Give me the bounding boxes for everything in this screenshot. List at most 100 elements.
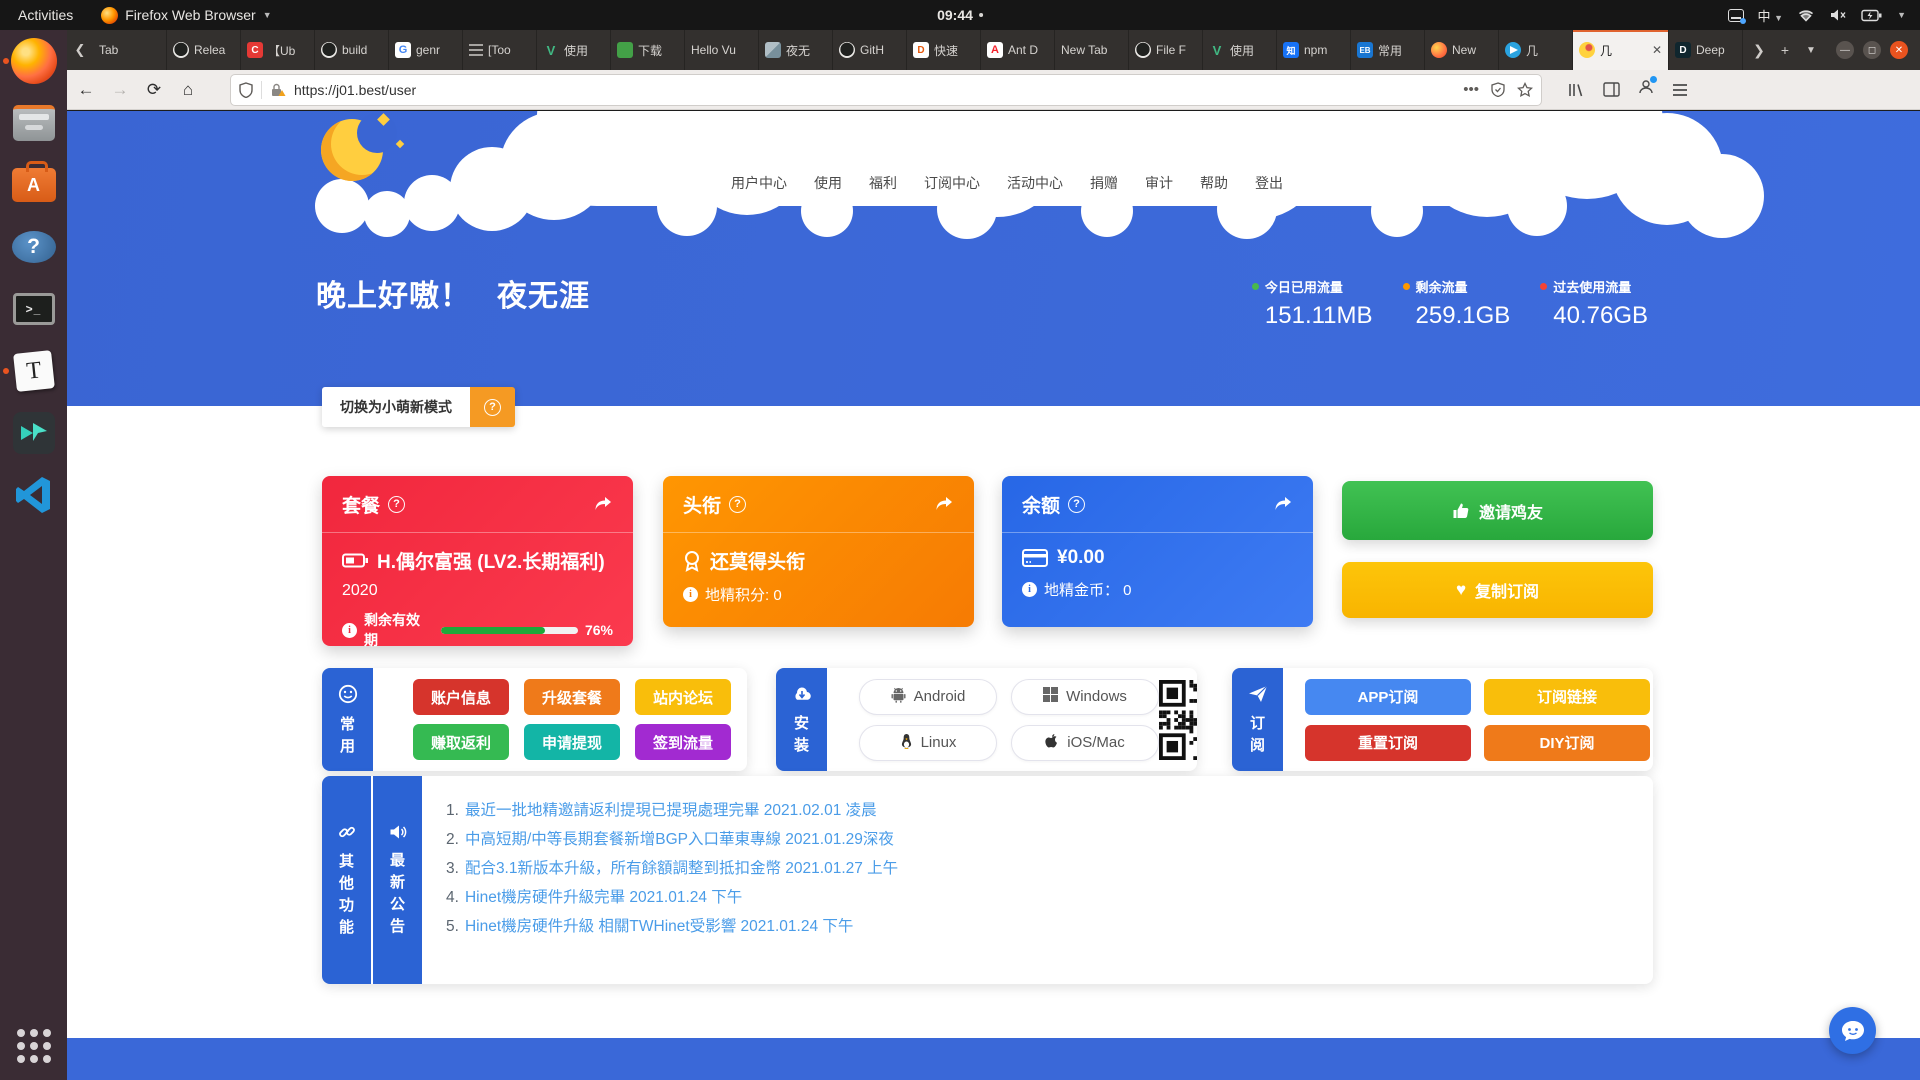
browser-tab[interactable]: [Too [463, 30, 537, 70]
browser-tab[interactable]: 夜无 [759, 30, 833, 70]
browser-tab[interactable]: GitH [833, 30, 907, 70]
share-icon[interactable] [593, 495, 613, 513]
subscribe-button-重置订阅[interactable]: 重置订阅 [1305, 725, 1471, 761]
platform-button-iOS/Mac[interactable]: iOS/Mac [1011, 725, 1159, 761]
browser-tab[interactable]: V使用 [537, 30, 611, 70]
question-icon[interactable]: ? [729, 496, 746, 513]
invite-friends-button[interactable]: 邀请鸡友 [1342, 481, 1653, 540]
pocket-shield-icon[interactable] [1491, 82, 1505, 97]
announcement-link[interactable]: Hinet機房硬件升級 相關TWHinet受影響 2021.01.24 下午 [465, 912, 853, 941]
chat-widget-button[interactable] [1829, 1007, 1876, 1054]
clock[interactable]: 09:44 [937, 7, 983, 23]
browser-tab[interactable]: New Tab [1055, 30, 1129, 70]
account-icon[interactable] [1638, 79, 1654, 100]
platform-button-Linux[interactable]: Linux [859, 725, 997, 761]
lock-warning-icon[interactable] [270, 82, 286, 98]
install-panel-tab[interactable]: 安装 [776, 668, 827, 771]
browser-tab[interactable]: D快速 [907, 30, 981, 70]
browser-tab[interactable]: 几 [1499, 30, 1573, 70]
platform-button-Android[interactable]: Android [859, 679, 997, 715]
nav-link-订阅中心[interactable]: 订阅中心 [924, 173, 980, 193]
mode-switch-help-button[interactable]: ? [470, 387, 515, 427]
activities-button[interactable]: Activities [0, 7, 91, 23]
maximize-button[interactable]: ◻ [1863, 41, 1881, 59]
back-button[interactable]: ← [71, 75, 101, 105]
browser-tab[interactable]: New [1425, 30, 1499, 70]
quick-button-申请提现[interactable]: 申请提现 [524, 724, 620, 760]
browser-tab[interactable]: EB常用 [1351, 30, 1425, 70]
browser-tab[interactable]: 下载 [611, 30, 685, 70]
system-tray[interactable]: 中 ▼ ▼ [1728, 6, 1920, 25]
nav-link-捐赠[interactable]: 捐赠 [1090, 173, 1118, 193]
dock-item-firefox[interactable] [0, 30, 67, 92]
mode-switch-label[interactable]: 切换为小萌新模式 [322, 387, 470, 427]
reload-button[interactable]: ⟳ [139, 75, 169, 105]
tab-list-button[interactable]: ▼ [1799, 45, 1823, 56]
quick-button-账户信息[interactable]: 账户信息 [413, 679, 509, 715]
dock-item-terminal[interactable]: >_ [0, 278, 67, 340]
browser-tab[interactable]: build [315, 30, 389, 70]
announcement-link[interactable]: 配合3.1新版本升級，所有餘額調整到抵扣金幣 2021.01.27 上午 [465, 854, 898, 883]
announcement-link[interactable]: Hinet機房硬件升級完畢 2021.01.24 下午 [465, 883, 742, 912]
scroll-tabs-left-button[interactable]: ❮ [67, 30, 93, 70]
browser-tab[interactable]: 知npm [1277, 30, 1351, 70]
quick-button-升级套餐[interactable]: 升级套餐 [524, 679, 620, 715]
browser-tab[interactable]: Relea [167, 30, 241, 70]
other-functions-tab[interactable]: 其他功能 [322, 776, 373, 984]
minimize-button[interactable]: — [1836, 41, 1854, 59]
app-menu[interactable]: Firefox Web Browser ▼ [91, 7, 281, 24]
nav-link-帮助[interactable]: 帮助 [1200, 173, 1228, 193]
copy-subscription-button[interactable]: ♥ 复制订阅 [1342, 562, 1653, 618]
nav-link-活动中心[interactable]: 活动中心 [1007, 173, 1063, 193]
browser-tab[interactable]: Ggenr [389, 30, 463, 70]
announcement-link[interactable]: 最近一批地精邀請返利提現已提現處理完畢 2021.02.01 凌晨 [465, 796, 877, 825]
nav-link-审计[interactable]: 审计 [1145, 173, 1173, 193]
mode-switch-button[interactable]: 切换为小萌新模式 ? [322, 387, 515, 427]
new-tab-button[interactable]: + [1773, 42, 1797, 58]
subscribe-button-订阅链接[interactable]: 订阅链接 [1484, 679, 1650, 715]
announcement-link[interactable]: 中高短期/中等長期套餐新增BGP入口華東專線 2021.01.29深夜 [465, 825, 894, 854]
home-button[interactable]: ⌂ [173, 75, 203, 105]
url-bar[interactable]: https://j01.best/user ••• [231, 75, 1541, 105]
dock-item-dev-tool[interactable] [0, 402, 67, 464]
show-applications-button[interactable] [0, 1020, 67, 1072]
page-actions-icon[interactable]: ••• [1463, 81, 1479, 98]
share-icon[interactable] [1273, 495, 1293, 513]
nav-link-福利[interactable]: 福利 [869, 173, 897, 193]
browser-tab[interactable]: AAnt D [981, 30, 1055, 70]
url-text[interactable]: https://j01.best/user [294, 82, 1455, 98]
browser-tab[interactable]: V使用 [1203, 30, 1277, 70]
menu-hamburger-icon[interactable] [1672, 83, 1688, 97]
dock-item-software-installer[interactable]: A [0, 154, 67, 216]
dock-item-text-editor[interactable]: T [0, 340, 67, 402]
scroll-tabs-right-button[interactable]: ❯ [1747, 42, 1771, 59]
browser-tab[interactable]: 几✕ [1573, 30, 1669, 70]
quick-button-签到流量[interactable]: 签到流量 [635, 724, 731, 760]
dock-item-help[interactable]: ? [0, 216, 67, 278]
forward-button[interactable]: → [105, 75, 135, 105]
sidebar-icon[interactable] [1603, 82, 1620, 97]
shield-icon[interactable] [239, 82, 253, 98]
platform-button-Windows[interactable]: Windows [1011, 679, 1159, 715]
browser-tab[interactable]: C【Ub [241, 30, 315, 70]
browser-tab[interactable]: File F [1129, 30, 1203, 70]
library-icon[interactable] [1567, 82, 1585, 98]
nav-link-用户中心[interactable]: 用户中心 [731, 173, 787, 193]
bookmark-star-icon[interactable] [1517, 82, 1533, 98]
close-button[interactable]: ✕ [1890, 41, 1908, 59]
dock-item-file-manager[interactable] [0, 92, 67, 154]
latest-announcements-tab[interactable]: 最新公告 [373, 776, 424, 984]
subscribe-button-DIY订阅[interactable]: DIY订阅 [1484, 725, 1650, 761]
subscribe-panel-tab[interactable]: 订阅 [1232, 668, 1283, 771]
question-icon[interactable]: ? [388, 496, 405, 513]
nav-link-使用[interactable]: 使用 [814, 173, 842, 193]
browser-tab[interactable]: DDeep [1669, 30, 1743, 70]
tab-close-icon[interactable]: ✕ [1652, 43, 1662, 57]
browser-tab[interactable]: Hello Vu [685, 30, 759, 70]
question-icon[interactable]: ? [1068, 496, 1085, 513]
browser-tab[interactable]: Tab [93, 30, 167, 70]
dock-item-vscode[interactable] [0, 464, 67, 526]
subscribe-button-APP订阅[interactable]: APP订阅 [1305, 679, 1471, 715]
nav-link-登出[interactable]: 登出 [1255, 173, 1283, 193]
quick-button-赚取返利[interactable]: 赚取返利 [413, 724, 509, 760]
